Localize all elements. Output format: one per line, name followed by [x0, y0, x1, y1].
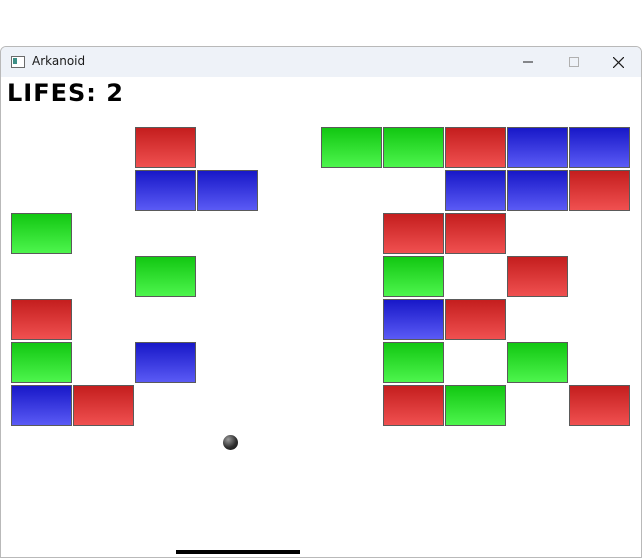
- brick-blue: [507, 127, 568, 168]
- minimize-icon: [523, 61, 533, 63]
- brick-blue: [383, 299, 444, 340]
- game-window: Arkanoid LIFES: 2: [0, 46, 642, 558]
- close-icon: [613, 57, 624, 68]
- brick-red: [445, 127, 506, 168]
- minimize-button[interactable]: [505, 47, 551, 77]
- brick-red: [445, 213, 506, 254]
- brick-green: [11, 342, 72, 383]
- app-window-icon: [11, 56, 25, 68]
- brick-red: [383, 213, 444, 254]
- brick-red: [11, 299, 72, 340]
- brick-green: [445, 385, 506, 426]
- maximize-button[interactable]: [551, 47, 597, 77]
- brick-blue: [197, 170, 258, 211]
- brick-red: [445, 299, 506, 340]
- ball: [223, 435, 238, 450]
- window-title: Arkanoid: [32, 54, 86, 68]
- brick-blue: [135, 342, 196, 383]
- brick-green: [383, 342, 444, 383]
- brick-green: [321, 127, 382, 168]
- brick-blue: [135, 170, 196, 211]
- brick-blue: [507, 170, 568, 211]
- brick-red: [135, 127, 196, 168]
- brick-green: [383, 256, 444, 297]
- brick-green: [11, 213, 72, 254]
- brick-blue: [11, 385, 72, 426]
- paddle[interactable]: [176, 550, 300, 554]
- brick-blue: [569, 127, 630, 168]
- brick-green: [507, 342, 568, 383]
- brick-blue: [445, 170, 506, 211]
- close-button[interactable]: [595, 47, 641, 77]
- brick-green: [135, 256, 196, 297]
- brick-green: [383, 127, 444, 168]
- brick-red: [507, 256, 568, 297]
- lives-counter: LIFES: 2: [7, 79, 124, 107]
- brick-red: [569, 385, 630, 426]
- title-bar[interactable]: Arkanoid: [1, 47, 641, 77]
- maximize-icon: [569, 57, 579, 67]
- game-canvas[interactable]: LIFES: 2: [1, 77, 641, 557]
- brick-red: [73, 385, 134, 426]
- brick-red: [569, 170, 630, 211]
- brick-red: [383, 385, 444, 426]
